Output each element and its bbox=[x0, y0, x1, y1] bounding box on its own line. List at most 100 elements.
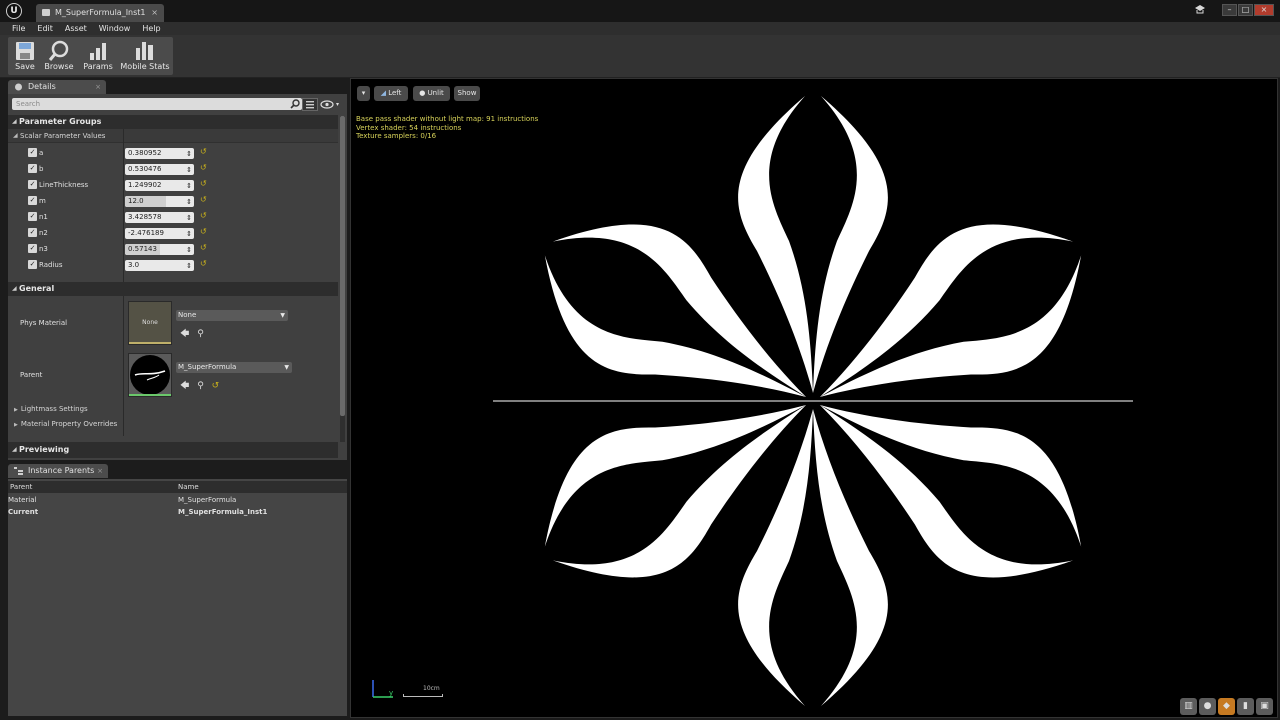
grid-icon bbox=[306, 101, 314, 109]
cylinder-shape-button[interactable]: ▥ bbox=[1180, 698, 1197, 715]
spin-arrows-icon: ⇕ bbox=[186, 182, 192, 190]
parameter-name: LineThickness bbox=[39, 181, 89, 189]
details-icon bbox=[15, 83, 22, 91]
parameter-value-field[interactable]: 3.0 ⇕ bbox=[125, 260, 194, 271]
instance-parents-tab-close-icon[interactable]: × bbox=[97, 464, 103, 478]
parameter-value-field[interactable]: 3.428578 ⇕ bbox=[125, 212, 194, 223]
parameter-row-n1: ✓ n1 3.428578 ⇕ ↺ bbox=[8, 209, 338, 225]
parameter-value-field[interactable]: 0.530476 ⇕ bbox=[125, 164, 194, 175]
expand-arrow-icon: ▶ bbox=[14, 407, 18, 413]
hierarchy-icon bbox=[14, 467, 23, 475]
parameter-value: 3.0 bbox=[128, 261, 140, 269]
parameter-override-checkbox[interactable]: ✓ bbox=[28, 260, 37, 269]
lightmass-settings-row[interactable]: ▶ Lightmass Settings bbox=[14, 405, 88, 413]
custom-mesh-button[interactable]: ▣ bbox=[1256, 698, 1273, 715]
parameter-value-field[interactable]: 0.57143 ⇕ bbox=[125, 244, 194, 255]
asset-type-bar bbox=[129, 342, 171, 344]
spin-arrows-icon: ⇕ bbox=[186, 214, 192, 222]
reset-to-default-icon[interactable]: ↺ bbox=[200, 227, 207, 236]
column-divider bbox=[123, 296, 124, 436]
reset-arrow-icon[interactable]: ↺ bbox=[212, 381, 220, 391]
browse-button[interactable]: Browse bbox=[42, 37, 76, 75]
phys-material-thumbnail[interactable]: None bbox=[128, 301, 172, 345]
parameter-groups-header[interactable]: ◢ Parameter Groups bbox=[8, 115, 338, 129]
spin-arrows-icon: ⇕ bbox=[186, 150, 192, 158]
maximize-button[interactable]: □ bbox=[1238, 4, 1253, 16]
tab-details[interactable]: Details × bbox=[8, 80, 106, 94]
mobile-stats-button[interactable]: Mobile Stats bbox=[120, 37, 170, 75]
menu-file[interactable]: File bbox=[6, 22, 31, 35]
scalar-parameters-header[interactable]: ◢ Scalar Parameter Values bbox=[8, 129, 338, 143]
params-icon bbox=[90, 43, 106, 60]
parameter-override-checkbox[interactable]: ✓ bbox=[28, 196, 37, 205]
menu-bar: File Edit Asset Window Help bbox=[0, 22, 1280, 35]
menu-help[interactable]: Help bbox=[136, 22, 166, 35]
parameter-row-n3: ✓ n3 0.57143 ⇕ ↺ bbox=[8, 241, 338, 257]
parameter-override-checkbox[interactable]: ✓ bbox=[28, 180, 37, 189]
tab-instance-parents[interactable]: Instance Parents × bbox=[8, 464, 108, 478]
phys-material-actions: 🡄 ⚲ bbox=[180, 326, 209, 339]
details-search-input[interactable]: Search bbox=[12, 98, 302, 110]
use-selected-arrow-icon[interactable]: 🡄 bbox=[180, 329, 189, 339]
preview-viewport[interactable]: ▾ ◢ Left ● Unlit Show Base pass shader w… bbox=[350, 78, 1278, 718]
browse-search-icon[interactable]: ⚲ bbox=[197, 381, 204, 391]
view-options-button[interactable] bbox=[302, 98, 318, 111]
parameter-override-checkbox[interactable]: ✓ bbox=[28, 228, 37, 237]
details-tab-close-icon[interactable]: × bbox=[95, 80, 101, 94]
phys-material-thumb-text: None bbox=[142, 319, 158, 326]
parameter-override-checkbox[interactable]: ✓ bbox=[28, 244, 37, 253]
search-icon bbox=[290, 99, 300, 109]
parameter-name: n1 bbox=[39, 213, 48, 221]
column-name[interactable]: Name bbox=[178, 481, 199, 493]
details-scrollbar[interactable] bbox=[340, 116, 345, 442]
cube-shape-button[interactable]: ▮ bbox=[1237, 698, 1254, 715]
unreal-logo-icon: U bbox=[6, 3, 22, 19]
reset-to-default-icon[interactable]: ↺ bbox=[200, 211, 207, 220]
params-button[interactable]: Params bbox=[80, 37, 116, 75]
menu-asset[interactable]: Asset bbox=[59, 22, 93, 35]
material-property-overrides-row[interactable]: ▶ Material Property Overrides bbox=[14, 420, 117, 428]
previewing-header[interactable]: ◢ Previewing bbox=[8, 442, 338, 458]
tab-material-instance[interactable]: M_SuperFormula_Inst1 × bbox=[36, 4, 164, 22]
reset-to-default-icon[interactable]: ↺ bbox=[200, 243, 207, 252]
minimize-button[interactable]: – bbox=[1222, 4, 1237, 16]
plane-shape-button[interactable]: ◆ bbox=[1218, 698, 1235, 715]
table-row[interactable]: Material M_SuperFormula bbox=[8, 494, 347, 506]
parameter-override-checkbox[interactable]: ✓ bbox=[28, 212, 37, 221]
tab-close-icon[interactable]: × bbox=[151, 4, 158, 21]
use-selected-arrow-icon[interactable]: 🡄 bbox=[180, 381, 189, 391]
reset-to-default-icon[interactable]: ↺ bbox=[200, 147, 207, 156]
sphere-shape-button[interactable]: ● bbox=[1199, 698, 1216, 715]
feedback-icon[interactable] bbox=[1194, 5, 1206, 15]
scrollbar-thumb[interactable] bbox=[340, 116, 345, 416]
phys-material-dropdown[interactable]: None ▼ bbox=[176, 310, 288, 321]
table-row[interactable]: Current M_SuperFormula_Inst1 bbox=[8, 506, 347, 518]
reset-to-default-icon[interactable]: ↺ bbox=[200, 163, 207, 172]
parameter-value-field[interactable]: 12.0 ⇕ bbox=[125, 196, 194, 207]
viewport-shape-buttons: ▥ ● ◆ ▮ ▣ bbox=[1180, 698, 1273, 715]
save-button[interactable]: Save bbox=[10, 37, 40, 75]
parameter-value-field[interactable]: 0.380952 ⇕ bbox=[125, 148, 194, 159]
reset-to-default-icon[interactable]: ↺ bbox=[200, 259, 207, 268]
reset-to-default-icon[interactable]: ↺ bbox=[200, 195, 207, 204]
reset-to-default-icon[interactable]: ↺ bbox=[200, 179, 207, 188]
parameter-override-checkbox[interactable]: ✓ bbox=[28, 148, 37, 157]
parameter-value-field[interactable]: -2.476189 ⇕ bbox=[125, 228, 194, 239]
close-window-button[interactable]: × bbox=[1254, 4, 1274, 16]
column-parent[interactable]: Parent bbox=[8, 481, 32, 493]
menu-window[interactable]: Window bbox=[93, 22, 137, 35]
parameter-name: m bbox=[39, 197, 46, 205]
visibility-button[interactable] bbox=[320, 99, 342, 110]
parameter-value-field[interactable]: 1.249902 ⇕ bbox=[125, 180, 194, 191]
parameter-value: 12.0 bbox=[128, 197, 144, 205]
parent-dropdown[interactable]: M_SuperFormula ▼ bbox=[176, 362, 292, 373]
general-header[interactable]: ◢ General bbox=[8, 282, 338, 296]
eye-icon bbox=[320, 100, 339, 109]
menu-edit[interactable]: Edit bbox=[31, 22, 59, 35]
parameter-override-checkbox[interactable]: ✓ bbox=[28, 164, 37, 173]
parent-material-thumbnail[interactable] bbox=[128, 353, 172, 397]
browse-search-icon[interactable]: ⚲ bbox=[197, 329, 204, 339]
parameter-value: 1.249902 bbox=[128, 181, 162, 189]
search-placeholder: Search bbox=[16, 100, 41, 108]
scale-bar: 10cm bbox=[403, 685, 443, 697]
